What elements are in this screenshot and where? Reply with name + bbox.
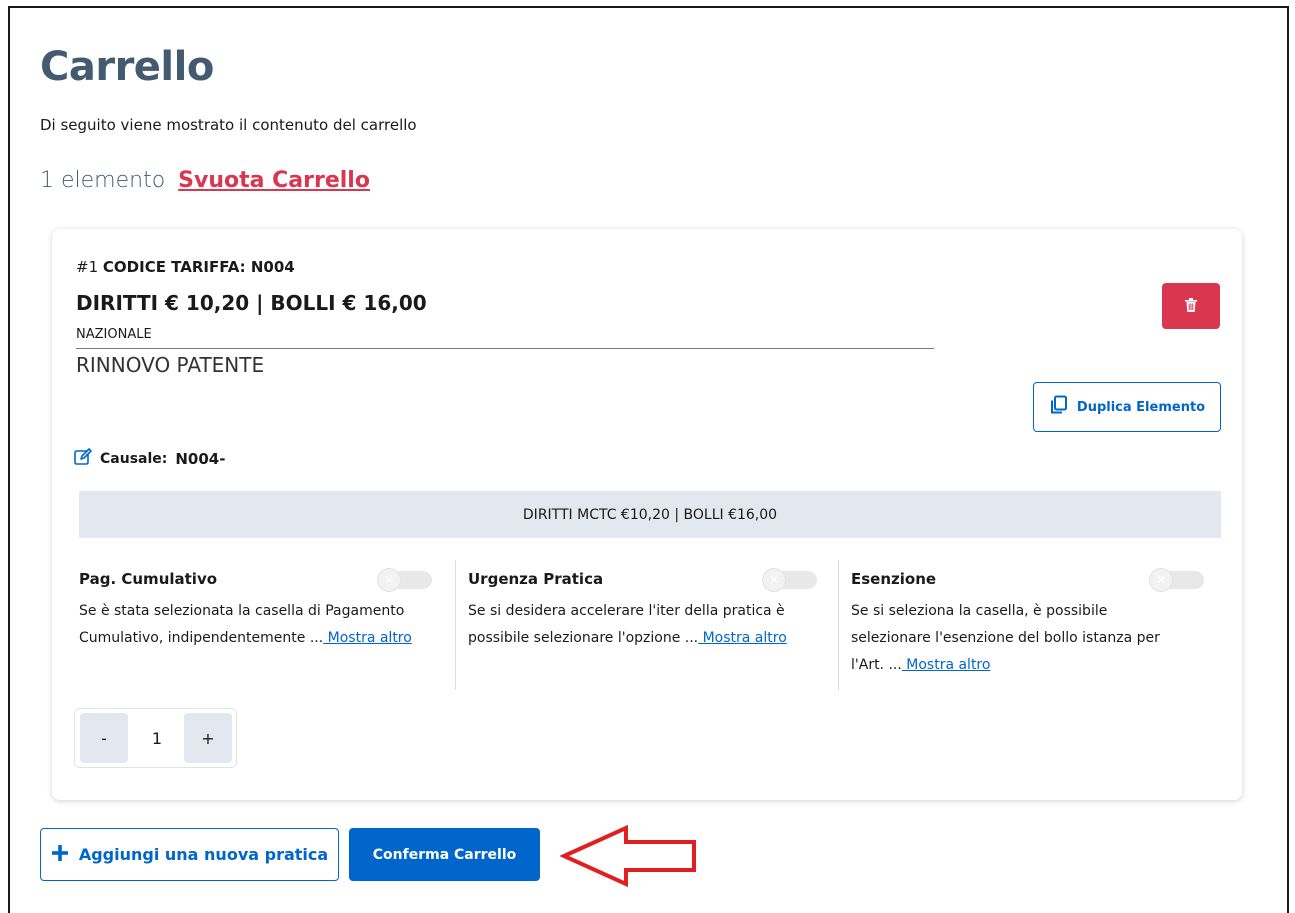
option-desc-line: l'Art. ...	[851, 657, 902, 673]
option-desc-line: selezionare l'esenzione del bollo istanz…	[851, 630, 1160, 646]
show-more-link[interactable]: Mostra altro	[902, 657, 990, 673]
option-header: Pag. Cumulativo ✕	[79, 568, 455, 592]
option-urgenza-pratica: Urgenza Pratica ✕ Se si desidera acceler…	[456, 560, 839, 690]
option-title: Urgenza Pratica	[468, 570, 604, 588]
option-header: Esenzione ✕	[851, 568, 1221, 592]
option-description: Se si desidera accelerare l'iter della p…	[468, 598, 836, 652]
copy-icon	[1049, 395, 1069, 419]
page-title: Carrello	[40, 44, 214, 90]
page-subtitle: Di seguito viene mostrato il contenuto d…	[40, 116, 417, 134]
trash-icon	[1185, 297, 1197, 316]
add-new-practice-button[interactable]: Aggiungi una nuova pratica	[40, 828, 339, 881]
add-new-practice-label: Aggiungi una nuova pratica	[78, 845, 329, 864]
causale-row[interactable]: Causale: N004-	[74, 448, 225, 470]
option-esenzione: Esenzione ✕ Se si seleziona la casella, …	[839, 560, 1221, 690]
duplicate-item-button[interactable]: Duplica Elemento	[1033, 382, 1221, 432]
item-count: 1 elemento	[40, 168, 166, 193]
confirm-cart-button[interactable]: Conferma Carrello	[349, 828, 540, 881]
plus-icon	[51, 844, 69, 866]
quantity-value[interactable]: 1	[130, 713, 184, 763]
item-code-line: #1 CODICE TARIFFA: N004	[76, 258, 295, 276]
causale-label: Causale:	[100, 451, 168, 467]
show-more-link[interactable]: Mostra altro	[323, 630, 412, 646]
edit-icon[interactable]	[74, 448, 92, 470]
empty-cart-link[interactable]: Svuota Carrello	[178, 168, 370, 193]
toggle-x-icon: ✕	[378, 569, 400, 591]
option-title: Pag. Cumulativo	[79, 570, 218, 588]
option-title: Esenzione	[851, 570, 937, 588]
option-pag-cumulativo: Pag. Cumulativo ✕ Se è stata selezionata…	[79, 560, 456, 690]
increment-button[interactable]: +	[184, 713, 232, 763]
toggle-x-icon: ✕	[1150, 569, 1172, 591]
urgenza-pratica-toggle[interactable]: ✕	[763, 569, 817, 591]
show-more-link[interactable]: Mostra altro	[698, 630, 787, 646]
causale-value: N004-	[175, 450, 226, 468]
item-service: RINNOVO PATENTE	[76, 353, 265, 377]
option-desc-line: Se si desidera accelerare l'iter della p…	[468, 603, 785, 619]
option-description: Se è stata selezionata la casella di Pag…	[79, 598, 447, 652]
item-fees: DIRITTI € 10,20 | BOLLI € 16,00	[76, 291, 427, 315]
decrement-button[interactable]: -	[80, 713, 128, 763]
quantity-stepper: - 1 +	[74, 708, 237, 768]
option-desc-line: Se si seleziona la casella, è possibile	[851, 603, 1108, 619]
option-description: Se si seleziona la casella, è possibile …	[851, 598, 1219, 679]
fees-banner: DIRITTI MCTC €10,20 | BOLLI €16,00	[79, 491, 1221, 538]
duplicate-label: Duplica Elemento	[1076, 399, 1206, 415]
cart-count-line: 1 elemento Svuota Carrello	[40, 168, 370, 193]
item-divider	[76, 348, 934, 349]
option-header: Urgenza Pratica ✕	[468, 568, 838, 592]
pag-cumulativo-toggle[interactable]: ✕	[378, 569, 432, 591]
toggle-x-icon: ✕	[763, 569, 785, 591]
item-scope: NAZIONALE	[76, 327, 152, 342]
option-desc-line: possibile selezionare l'opzione ...	[468, 630, 699, 646]
red-arrow-annotation	[560, 824, 696, 888]
esenzione-toggle[interactable]: ✕	[1150, 569, 1204, 591]
delete-item-button[interactable]	[1162, 283, 1220, 329]
option-desc-line: Cumulativo, indipendentemente ...	[79, 630, 324, 646]
item-index: #1	[76, 258, 99, 276]
cart-item-card: #1 CODICE TARIFFA: N004 DIRITTI € 10,20 …	[52, 229, 1242, 800]
option-desc-line: Se è stata selezionata la casella di Pag…	[79, 603, 405, 619]
item-code: CODICE TARIFFA: N004	[102, 258, 295, 276]
